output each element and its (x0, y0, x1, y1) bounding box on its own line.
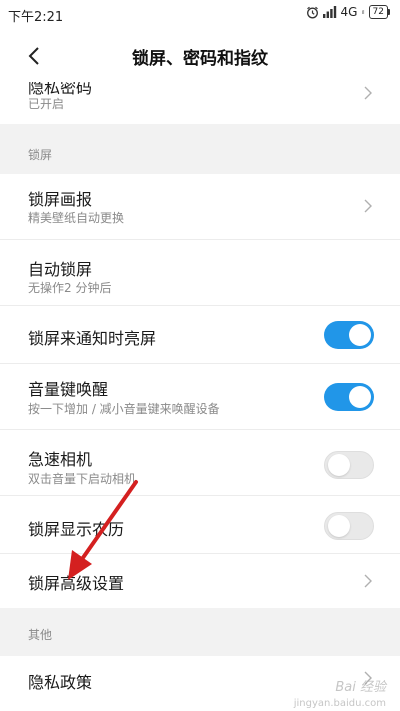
battery-level: 72 (368, 5, 388, 19)
status-icons: 4G ᵢₗ 72 (306, 5, 390, 19)
section-header-other: 其他 (0, 608, 400, 656)
battery-icon: 72 (368, 5, 390, 19)
row-subtitle: 无操作2 分钟后 (28, 281, 112, 295)
auto-lock-row[interactable]: 自动锁屏 无操作2 分钟后 (0, 240, 400, 306)
lunar-calendar-row: 锁屏显示农历 (0, 496, 400, 554)
row-subtitle: 已开启 (28, 97, 65, 111)
wake-on-notification-toggle[interactable] (324, 321, 374, 349)
row-title: 锁屏画报 (28, 190, 93, 209)
row-title: 急速相机 (28, 450, 93, 469)
section-label: 其他 (28, 628, 53, 642)
signal-icon (322, 6, 336, 18)
row-title: 锁屏来通知时亮屏 (28, 329, 157, 348)
status-time: 下午2:21 (8, 10, 64, 25)
quick-camera-toggle[interactable] (324, 451, 374, 479)
signal-suffix: ᵢₗ (361, 7, 365, 17)
row-title: 音量键唤醒 (28, 380, 109, 399)
row-title: 隐私政策 (28, 673, 93, 692)
watermark-url: jingyan.baidu.com (293, 698, 386, 709)
page-title: 锁屏、密码和指纹 (132, 49, 268, 69)
row-subtitle: 按一下增加 / 减小音量键来唤醒设备 (28, 402, 220, 416)
advanced-lock-settings-row[interactable]: 锁屏高级设置 (0, 554, 400, 608)
watermark-logo: Bai 经验 (335, 680, 386, 695)
row-subtitle: 精美壁纸自动更换 (28, 211, 125, 225)
alarm-icon (306, 6, 318, 18)
volume-key-wake-row: 音量键唤醒 按一下增加 / 减小音量键来唤醒设备 (0, 364, 400, 430)
volume-key-wake-toggle[interactable] (324, 383, 374, 411)
quick-camera-row: 急速相机 双击音量下启动相机 (0, 430, 400, 496)
title-bar: 锁屏、密码和指纹 (0, 30, 400, 82)
chevron-right-icon (364, 86, 372, 100)
privacy-password-row[interactable]: 隐私密码 已开启 (0, 82, 400, 124)
section-label: 锁屏 (28, 148, 53, 162)
status-bar: 下午2:21 4G ᵢₗ 72 (0, 0, 400, 30)
wake-on-notification-row: 锁屏来通知时亮屏 (0, 306, 400, 364)
row-title: 锁屏显示农历 (28, 520, 125, 539)
row-title: 自动锁屏 (28, 260, 93, 279)
chevron-right-icon (364, 574, 372, 588)
row-title: 锁屏高级设置 (28, 574, 125, 593)
lunar-calendar-toggle[interactable] (324, 512, 374, 540)
section-header-lock: 锁屏 (0, 124, 400, 174)
lockscreen-wallpaper-row[interactable]: 锁屏画报 精美壁纸自动更换 (0, 174, 400, 240)
network-type: 4G (340, 5, 358, 19)
chevron-right-icon (364, 199, 372, 213)
row-subtitle: 双击音量下启动相机 (28, 472, 137, 486)
